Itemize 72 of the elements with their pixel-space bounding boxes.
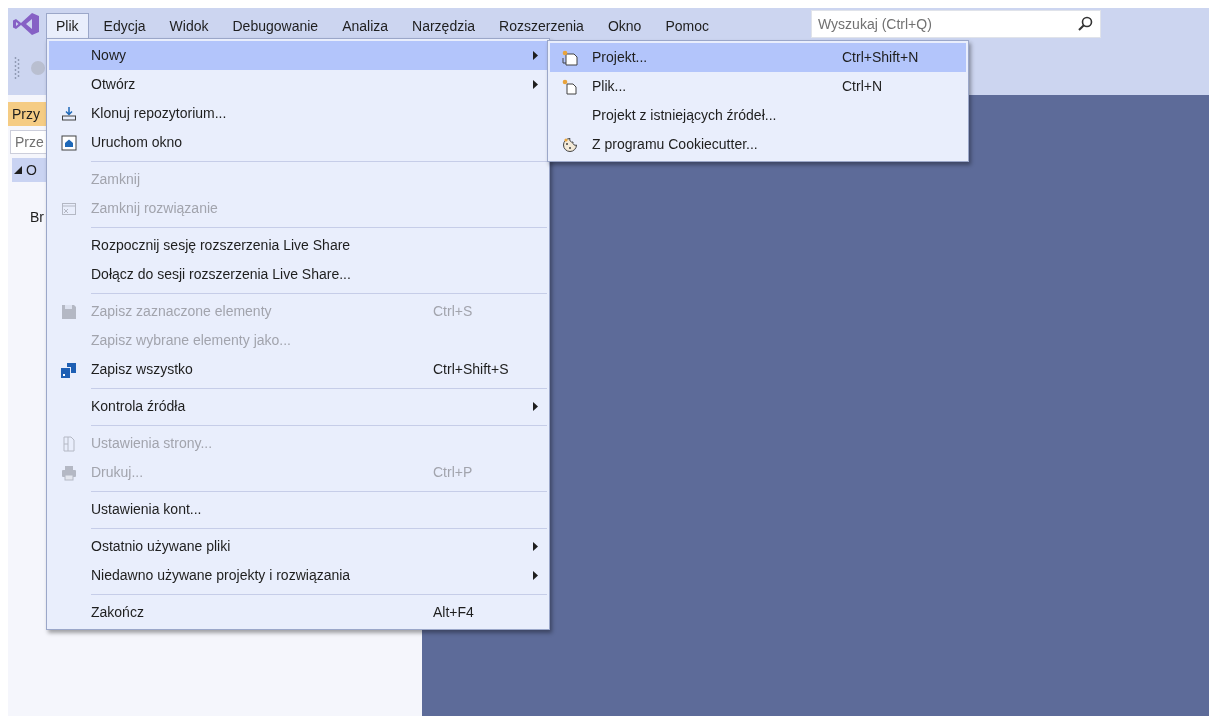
menu-item-label: Zapisz wybrane elementy jako... <box>90 331 292 350</box>
panel-tab[interactable]: Przy <box>8 102 48 126</box>
toolbar-grip-icon <box>14 55 20 80</box>
placeholder-text: Prze <box>15 132 44 152</box>
menu-item-label: Ustawienia strony... <box>90 434 214 453</box>
home-window-icon <box>61 134 77 151</box>
menu-item-label: Zamknij <box>90 170 141 189</box>
save-icon <box>61 303 77 320</box>
menu-bar-item[interactable]: Narzędzia <box>403 13 485 39</box>
menu-item[interactable]: Projekt... Ctrl+Shift+N <box>550 43 966 72</box>
menu-bar-item[interactable]: Okno <box>598 13 651 39</box>
menu-item-label: Projekt z istniejących źródeł... <box>591 106 778 125</box>
menu-bar-item[interactable]: Edycja <box>94 13 155 39</box>
menu-item-label: Zamknij rozwiązanie <box>90 199 219 218</box>
panel-text: Br <box>30 208 44 226</box>
menu-bar-item[interactable]: Widok <box>160 13 218 39</box>
menu-item-label: Otwórz <box>90 75 137 94</box>
menu-item[interactable]: Zakończ Alt+F4 <box>49 598 547 627</box>
menu-item[interactable]: Projekt z istniejących źródeł... <box>550 101 966 130</box>
menu-item[interactable]: Otwórz <box>49 70 547 99</box>
shortcut-text: Ctrl+Shift+S <box>433 360 510 379</box>
menu-bar-item[interactable]: Analiza <box>333 13 398 39</box>
expand-arrow-icon[interactable] <box>14 166 22 174</box>
menu-item-label: Drukuj... <box>90 463 145 482</box>
shortcut-text: Ctrl+S <box>433 302 474 321</box>
menu-item-label: Rozpocznij sesję rozszerzenia Live Share <box>90 236 352 255</box>
cookie-icon <box>562 136 578 153</box>
shortcut-text: Alt+F4 <box>433 603 475 622</box>
window-close-icon <box>61 200 77 217</box>
menu-item-label: Nowy <box>90 46 127 65</box>
download-icon <box>61 105 77 122</box>
menu-bar-item[interactable]: Plik <box>46 13 89 39</box>
menu-item[interactable]: Kontrola źródła <box>49 392 547 421</box>
menu-item[interactable]: Ustawienia kont... <box>49 495 547 524</box>
app-logo-icon <box>12 12 40 36</box>
shortcut-text: Ctrl+N <box>842 77 884 96</box>
save-all-icon <box>61 361 77 378</box>
menu-item[interactable]: Uruchom okno <box>49 128 547 157</box>
menu-item[interactable]: Dołącz do sesji rozszerzenia Live Share... <box>49 260 547 289</box>
menu-item[interactable]: Ostatnio używane pliki <box>49 532 547 561</box>
menu-item-label: Projekt... <box>591 48 649 67</box>
menu-bar-item[interactable]: Debugowanie <box>223 13 328 39</box>
menu-item[interactable]: Rozpocznij sesję rozszerzenia Live Share <box>49 231 547 260</box>
page-icon <box>61 435 77 452</box>
menu-item[interactable]: Zapisz wszystko Ctrl+Shift+S <box>49 355 547 384</box>
menu-item[interactable]: Z programu Cookiecutter... <box>550 130 966 159</box>
menu-item-label: Ostatnio używane pliki <box>90 537 232 556</box>
menu-item-label: Ustawienia kont... <box>90 500 203 519</box>
menu-item-label: Dołącz do sesji rozszerzenia Live Share... <box>90 265 352 284</box>
menu-item-label: Uruchom okno <box>90 133 184 152</box>
menu-item-label: Niedawno używane projekty i rozwiązania <box>90 566 352 585</box>
shortcut-text: Ctrl+P <box>433 463 474 482</box>
menu-bar-item[interactable]: Pomoc <box>656 13 718 39</box>
print-icon <box>61 464 77 481</box>
menu-item[interactable]: Plik... Ctrl+N <box>550 72 966 101</box>
menu-item-label: Z programu Cookiecutter... <box>591 135 759 154</box>
search-field[interactable]: Wyszukaj (Ctrl+Q) <box>811 10 1101 38</box>
new-project-icon <box>562 49 578 66</box>
menu-item[interactable]: Klonuj repozytorium... <box>49 99 547 128</box>
search-icon <box>1077 16 1093 32</box>
menu-item-label: Zapisz wszystko <box>90 360 194 379</box>
menu-item-label: Zakończ <box>90 603 145 622</box>
menu-bar-item[interactable]: Rozszerzenia <box>490 13 593 39</box>
menu-item-label: Plik... <box>591 77 628 96</box>
new-file-icon <box>562 78 578 95</box>
menu-item-label: Klonuj repozytorium... <box>90 104 228 123</box>
shortcut-text: Ctrl+Shift+N <box>842 48 920 67</box>
menu-item-label: Kontrola źródła <box>90 397 187 416</box>
menu-item[interactable]: Nowy <box>49 41 547 70</box>
menu-item[interactable]: Niedawno używane projekty i rozwiązania <box>49 561 547 590</box>
tree-item-label: O <box>26 160 37 180</box>
menu-item-label: Zapisz zaznaczone elementy <box>90 302 273 321</box>
